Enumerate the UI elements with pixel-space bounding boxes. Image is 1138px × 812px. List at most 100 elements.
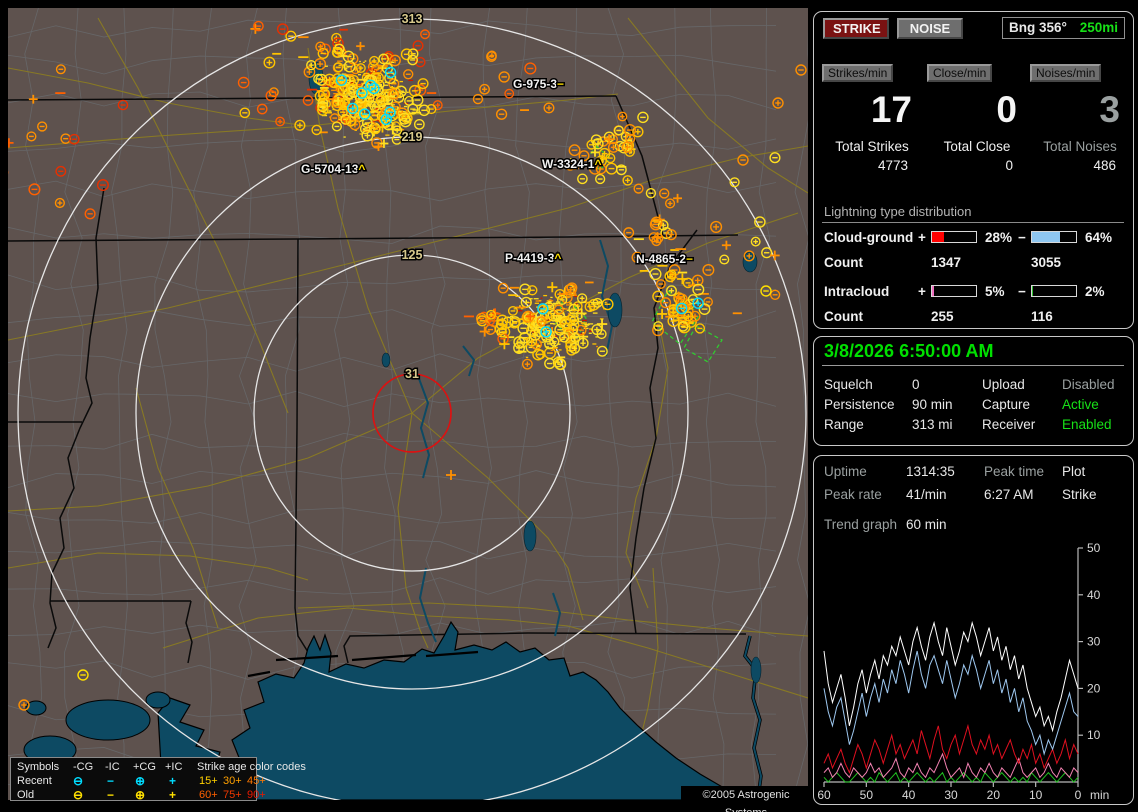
copyright-notice: ©2005 Astrogenic Systems (681, 786, 811, 812)
close-stat-column: Close/min 0 Total Close 0 (927, 64, 1027, 173)
x-tick-label: 60 (817, 788, 831, 802)
legend-row-label: Recent (17, 775, 52, 787)
ic-minus-bar (1031, 285, 1077, 297)
x-tick-label: 50 (860, 788, 874, 802)
status-panel: 3/8/2026 6:50:00 AM Squelch 0 Upload Dis… (813, 336, 1134, 446)
intracloud-label: Intracloud (824, 284, 890, 299)
age-code: 45+ (247, 775, 266, 787)
peak-time-value: 6:27 AM (984, 487, 1034, 502)
cloud-ground-label: Cloud-ground (824, 230, 914, 245)
upload-label: Upload (982, 377, 1025, 392)
legend-header: Symbols (17, 761, 60, 773)
squelch-value: 0 (912, 377, 920, 392)
uptime-value: 1314:35 (906, 464, 955, 479)
series-+CG/min (823, 723, 1079, 775)
peak-time-label: Peak time (984, 464, 1045, 479)
cg-neg-recent-icon: ⊖ (73, 774, 84, 788)
age-code: 90+ (247, 789, 266, 801)
intracloud-row: Intracloud + 5% − 2% (814, 284, 1133, 300)
cg-plus-bar-fill (932, 232, 945, 242)
noises-stat-column: Noises/min 3 Total Noises 486 (1030, 64, 1130, 173)
plot-label: Plot (1062, 464, 1086, 479)
cg-minus-pct: 64% (1085, 230, 1113, 245)
cg-minus-count: 3055 (1031, 255, 1062, 270)
strike-map[interactable]: 31 125 219 313 G-975-3− G-5704-13^ W-3324-1^ P-… (8, 8, 808, 800)
trend-window-value: 60 min (906, 517, 947, 532)
legend-header-row: Symbols -CG -IC +CG +IC Strike age color… (11, 760, 306, 774)
capture-label: Capture (982, 397, 1031, 412)
x-axis-unit: min (1090, 788, 1109, 802)
persistence-label: Persistence (824, 397, 895, 412)
ic-neg-old-icon: − (107, 788, 115, 802)
legend-age-title: Strike age color codes (197, 761, 306, 773)
bearing-range: 250mi (1079, 20, 1118, 35)
total-strikes-label: Total Strikes (835, 139, 909, 154)
age-code: 75+ (223, 789, 242, 801)
y-tick-label: 40 (1087, 588, 1101, 602)
minus-sign: − (1018, 284, 1026, 299)
x-tick-label: 10 (1029, 788, 1043, 802)
series-+IC/min (823, 752, 1079, 779)
y-tick-label: 20 (1087, 681, 1101, 695)
receiver-status: Enabled (1062, 417, 1112, 432)
series-Strikes/min (823, 620, 1079, 733)
total-close-value: 0 (1005, 158, 1013, 173)
minus-sign: − (1018, 230, 1026, 245)
strikes-stat-column: Strikes/min 17 Total Strikes 4773 (822, 64, 922, 173)
intracloud-count-row: Count 255 116 (814, 309, 1133, 325)
plot-mode-value: Strike (1062, 487, 1097, 502)
y-tick-label: 10 (1087, 728, 1101, 742)
ic-pos-old-icon: + (169, 788, 177, 802)
receiver-label: Receiver (982, 417, 1036, 432)
count-label: Count (824, 309, 863, 324)
cell-label: N-4865-2− (636, 252, 693, 266)
noise-mode-button[interactable]: NOISE (897, 18, 963, 39)
peak-rate-label: Peak rate (824, 487, 882, 502)
strikes-per-min-button[interactable]: Strikes/min (822, 64, 894, 82)
total-strikes-value: 4773 (877, 158, 908, 173)
x-tick-label: 20 (987, 788, 1001, 802)
ic-plus-pct: 5% (985, 284, 1005, 299)
ring-label: 125 (402, 248, 423, 262)
upload-status: Disabled (1062, 377, 1115, 392)
legend-header: -CG (73, 761, 94, 773)
cg-minus-bar (1031, 231, 1077, 243)
legend-header: +IC (165, 761, 183, 773)
cell-label: W-3324-1^ (542, 157, 601, 171)
ic-minus-pct: 2% (1085, 284, 1105, 299)
cg-plus-count: 1347 (931, 255, 962, 270)
divider (822, 365, 1124, 366)
cg-minus-bar-fill (1032, 232, 1061, 242)
ic-minus-count: 116 (1031, 309, 1053, 324)
ring-label: 313 (402, 12, 423, 26)
x-tick-label: 0 (1075, 788, 1082, 802)
cell-label: P-4419-3^ (505, 251, 561, 265)
trend-graph-chart: 10 20 30 40 50 60 50 40 30 20 10 0 min (817, 541, 1109, 802)
legend-header: -IC (105, 761, 120, 773)
cloud-ground-row: Cloud-ground + 28% − 64% (814, 230, 1133, 246)
cg-neg-old-icon: ⊖ (73, 788, 84, 802)
divider (822, 222, 1124, 223)
uptime-label: Uptime (824, 464, 867, 479)
ic-minus-bar-fill (1032, 286, 1033, 296)
close-per-min-button[interactable]: Close/min (927, 64, 993, 82)
cg-pos-old-icon: ⊕ (135, 788, 146, 802)
datetime-display: 3/8/2026 6:50:00 AM (824, 341, 994, 361)
ic-neg-recent-icon: − (107, 774, 115, 788)
ring-label: 219 (402, 130, 423, 144)
y-tick-label: 30 (1087, 635, 1101, 649)
age-code: 15+ (199, 775, 218, 787)
plus-sign: + (918, 230, 926, 245)
noises-per-min-button[interactable]: Noises/min (1030, 64, 1102, 82)
close-rate: 0 (996, 89, 1017, 130)
ring-label: 31 (405, 367, 419, 381)
ic-plus-bar-fill (932, 286, 935, 296)
total-noises-label: Total Noises (1043, 139, 1117, 154)
strike-mode-button[interactable]: STRIKE (823, 18, 889, 39)
trend-panel: Uptime 1314:35 Peak time Plot Peak rate … (813, 455, 1134, 805)
count-label: Count (824, 255, 863, 270)
legend-row-label: Old (17, 789, 35, 801)
x-tick-label: 40 (902, 788, 916, 802)
strikes-rate: 17 (870, 89, 912, 130)
cg-plus-pct: 28% (985, 230, 1013, 245)
